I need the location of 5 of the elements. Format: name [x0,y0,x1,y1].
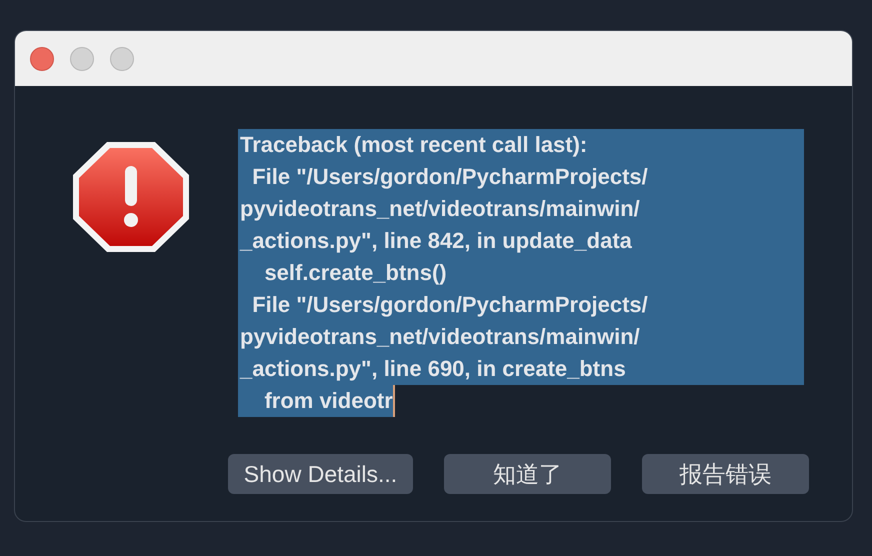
dialog-button[interactable]: 知道了 [444,454,611,494]
dialog-button[interactable]: Show Details... [228,454,413,494]
close-button[interactable] [30,46,54,70]
error-stop-icon [72,141,190,253]
dialog-button[interactable]: 报告错误 [642,454,809,494]
